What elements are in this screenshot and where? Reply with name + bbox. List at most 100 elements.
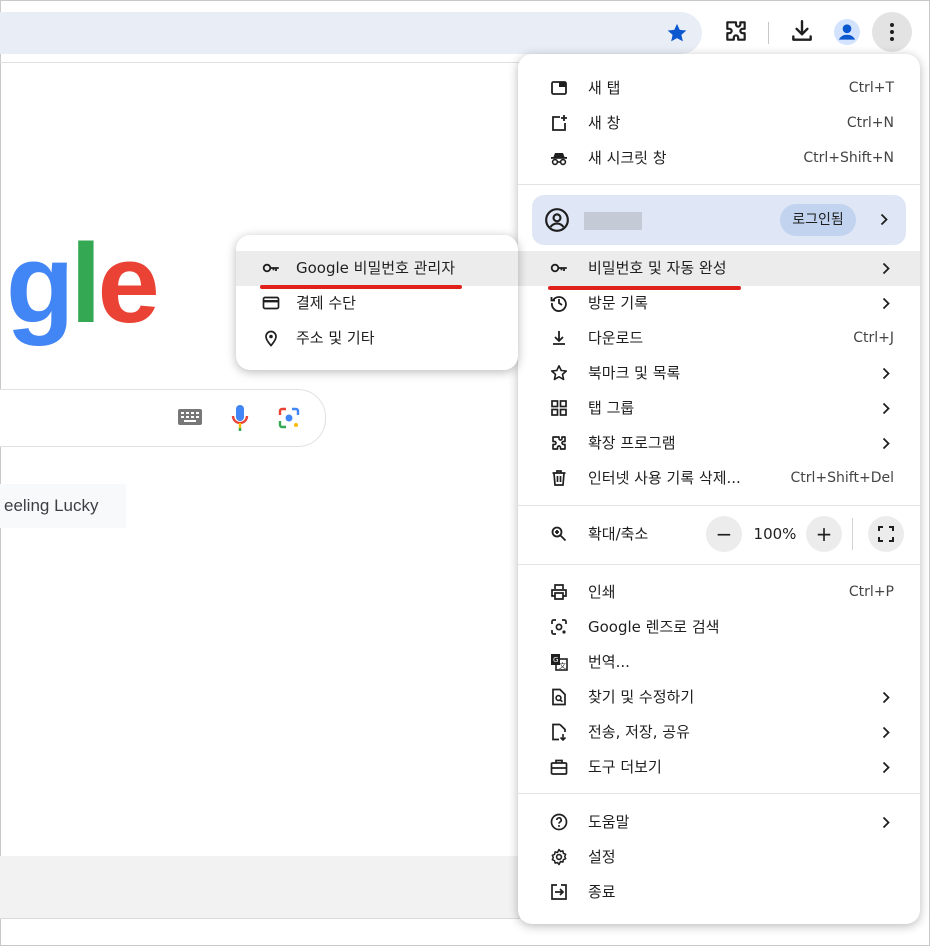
menu-item-label: 방문 기록 [588, 294, 648, 312]
menu-item-bookmarks[interactable]: 북마크 및 목록 [518, 356, 920, 391]
svg-text:G: G [553, 656, 558, 664]
chevron-right-icon [882, 262, 890, 275]
menu-item-more-tools[interactable]: 도구 더보기 [518, 750, 920, 785]
menu-item-label: 번역... [588, 653, 630, 671]
menu-item-exit[interactable]: 종료 [518, 875, 920, 910]
menu-item-print[interactable]: 인쇄 Ctrl+P [518, 575, 920, 610]
tab-groups-icon [551, 400, 567, 416]
menu-divider [518, 793, 920, 794]
submenu-item-label: Google 비밀번호 관리자 [296, 259, 456, 277]
fullscreen-button[interactable] [868, 516, 904, 552]
menu-item-extensions[interactable]: 확장 프로그램 [518, 426, 920, 461]
toolbar-divider [0, 62, 520, 63]
keyboard-icon[interactable] [177, 408, 203, 426]
lens-icon[interactable] [277, 406, 301, 430]
submenu-item-payment-methods[interactable]: 결제 수단 [236, 286, 518, 321]
chevron-right-icon [882, 816, 890, 829]
menu-item-find-edit[interactable]: 찾기 및 수정하기 [518, 680, 920, 715]
menu-item-google-lens[interactable]: Google 렌즈로 검색 [518, 610, 920, 645]
page-footer [0, 856, 520, 918]
menu-item-downloads[interactable]: 다운로드 Ctrl+J [518, 321, 920, 356]
chevron-right-icon [882, 726, 890, 739]
chevron-right-icon [882, 297, 890, 310]
extensions-icon [552, 436, 566, 450]
menu-item-new-tab[interactable]: 새 탭 Ctrl+T [518, 71, 920, 106]
menu-item-shortcut: Ctrl+T [848, 80, 894, 96]
menu-item-settings[interactable]: 설정 [518, 840, 920, 875]
toolbar-separator [768, 22, 769, 44]
menu-item-new-window[interactable]: 새 창 Ctrl+N [518, 106, 920, 141]
zoom-out-button[interactable]: − [706, 516, 742, 552]
svg-text:文: 文 [559, 661, 566, 670]
zoom-label: 확대/축소 [588, 525, 649, 543]
zoom-level: 100% [753, 525, 797, 543]
help-icon [550, 813, 568, 831]
menu-item-label: 설정 [588, 848, 616, 866]
menu-item-share[interactable]: 전송, 저장, 공유 [518, 715, 920, 750]
menu-item-label: 인터넷 사용 기록 삭제... [588, 469, 741, 487]
lens-icon [551, 619, 567, 635]
profile-icon[interactable] [834, 19, 860, 45]
menu-item-help[interactable]: 도움말 [518, 805, 920, 840]
share-icon [552, 723, 567, 741]
submenu-item-addresses[interactable]: 주소 및 기타 [236, 321, 518, 356]
chevron-right-icon [882, 437, 890, 450]
incognito-icon [551, 153, 567, 166]
menu-item-label: Google 렌즈로 검색 [588, 618, 720, 636]
menu-item-label: 종료 [588, 883, 616, 901]
menu-item-shortcut: Ctrl+Shift+Del [790, 470, 894, 486]
search-box[interactable] [0, 389, 326, 447]
history-icon [550, 296, 567, 312]
print-icon [551, 584, 567, 600]
menu-item-label: 찾기 및 수정하기 [588, 688, 695, 706]
footer-divider [0, 918, 520, 919]
menu-item-clear-history[interactable]: 인터넷 사용 기록 삭제... Ctrl+Shift+Del [518, 461, 920, 496]
submenu-item-label: 결제 수단 [296, 294, 356, 312]
extensions-icon[interactable] [723, 18, 749, 44]
new-window-icon [552, 115, 567, 131]
download-icon [553, 331, 565, 345]
submenu-item-password-manager[interactable]: Google 비밀번호 관리자 [236, 251, 518, 286]
menu-item-label: 북마크 및 목록 [588, 364, 681, 382]
chevron-right-icon [882, 761, 890, 774]
toolbox-icon [550, 759, 568, 775]
menu-item-new-incognito[interactable]: 새 시크릿 창 Ctrl+Shift+N [518, 141, 920, 176]
menu-item-tab-groups[interactable]: 탭 그룹 [518, 391, 920, 426]
menu-item-label: 인쇄 [588, 583, 616, 601]
exit-icon [551, 884, 567, 900]
chrome-main-menu: 새 탭 Ctrl+T 새 창 Ctrl+N 새 시크릿 창 Ctrl+Shift… [518, 54, 920, 924]
more-icon [890, 23, 894, 27]
zoom-in-button[interactable]: + [806, 516, 842, 552]
key-icon [262, 263, 279, 273]
zoom-icon [551, 526, 567, 542]
submenu-item-label: 주소 및 기타 [296, 329, 375, 347]
fullscreen-icon [878, 526, 894, 542]
passwords-submenu: Google 비밀번호 관리자 결제 수단 주소 및 기타 [236, 235, 518, 370]
star-icon[interactable] [666, 22, 688, 44]
feeling-lucky-button[interactable]: eeling Lucky [0, 484, 126, 528]
credit-card-icon [262, 296, 280, 310]
signed-in-badge[interactable]: 로그인됨 [780, 204, 856, 236]
more-menu-button[interactable] [872, 12, 912, 52]
profile-row[interactable]: 로그인됨 [532, 195, 906, 245]
menu-item-label: 전송, 저장, 공유 [588, 723, 690, 741]
download-icon[interactable] [789, 18, 815, 44]
settings-icon [551, 848, 567, 866]
menu-item-passwords-autofill[interactable]: 비밀번호 및 자동 완성 [518, 251, 920, 286]
logo-letter: l [70, 221, 101, 346]
address-bar[interactable] [0, 12, 702, 54]
menu-item-label: 새 탭 [588, 79, 621, 97]
menu-item-history[interactable]: 방문 기록 [518, 286, 920, 321]
star-outline-icon [550, 365, 568, 381]
microphone-icon[interactable] [231, 404, 249, 432]
menu-item-label: 다운로드 [588, 329, 644, 347]
menu-item-label: 도구 더보기 [588, 758, 662, 776]
account-circle-icon [545, 208, 569, 232]
menu-divider [518, 184, 920, 185]
chevron-right-icon [882, 402, 890, 415]
menu-divider [518, 564, 920, 565]
menu-item-label: 탭 그룹 [588, 399, 635, 417]
menu-item-translate[interactable]: G文 번역... [518, 645, 920, 680]
menu-item-label: 도움말 [588, 813, 630, 831]
trash-icon [552, 470, 566, 486]
